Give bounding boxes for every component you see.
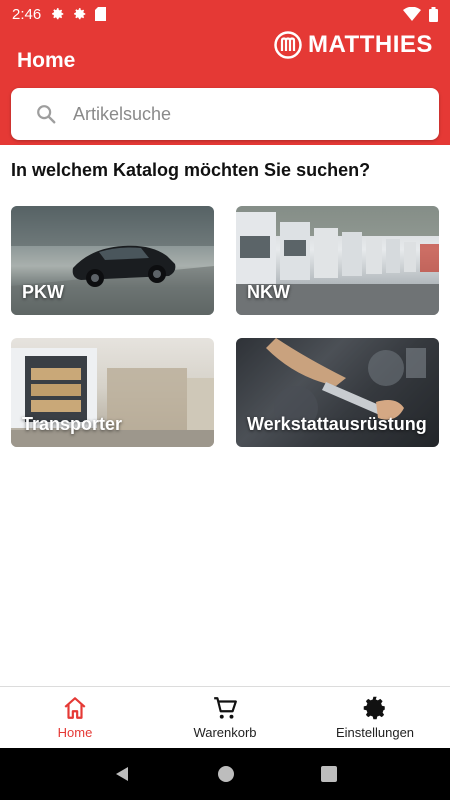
matthies-logo-icon <box>274 31 302 59</box>
status-icons-left <box>51 7 107 21</box>
search-bar[interactable] <box>11 88 439 140</box>
nav-item-einstellungen[interactable]: Einstellungen <box>300 687 450 748</box>
catalog-label: PKW <box>22 282 64 302</box>
catalog-card-nkw[interactable]: NKW <box>236 206 439 315</box>
catalog-card-pkw[interactable]: PKW <box>11 206 214 315</box>
brand-logo: MATTHIES <box>274 31 433 59</box>
page-title: Home <box>17 49 76 72</box>
brand-name: MATTHIES <box>308 31 433 58</box>
wifi-icon <box>403 7 421 21</box>
catalog-card-transporter[interactable]: Transporter <box>11 338 214 447</box>
battery-icon <box>429 6 438 22</box>
sd-card-icon <box>95 7 107 21</box>
search-input[interactable] <box>73 103 393 125</box>
catalog-label: NKW <box>247 282 290 302</box>
app-screen: 2:46 Home MATTHIES In we <box>0 0 450 800</box>
gear-icon <box>52 8 64 20</box>
status-time: 2:46 <box>12 5 42 23</box>
recents-icon[interactable] <box>321 766 337 782</box>
nav-item-home[interactable]: Home <box>0 687 150 748</box>
catalog-card-werkstatt[interactable]: Werkstattausrüstung <box>236 338 439 447</box>
gear-icon <box>74 8 86 20</box>
gear-icon <box>363 696 385 720</box>
app-bar: Home MATTHIES <box>0 28 450 145</box>
home-icon <box>64 697 86 719</box>
status-bar: 2:46 <box>0 0 450 28</box>
nav-item-warenkorb[interactable]: Warenkorb <box>150 687 300 748</box>
system-navigation-bar <box>0 748 450 800</box>
catalog-label: Werkstattausrüstung <box>247 414 427 434</box>
catalog-question: In welchem Katalog möchten Sie suchen? <box>11 160 371 180</box>
bottom-navigation: Home Warenkorb Einstellungen <box>0 686 450 748</box>
nav-label-home: Home <box>57 725 93 740</box>
back-icon[interactable] <box>113 765 131 783</box>
nav-label-warenkorb: Warenkorb <box>193 725 257 740</box>
home-circle-icon[interactable] <box>217 765 235 783</box>
catalog-label: Transporter <box>22 414 123 434</box>
status-icons-right <box>403 6 438 22</box>
cart-icon <box>214 697 237 719</box>
nav-label-einstellungen: Einstellungen <box>335 725 415 740</box>
search-icon <box>37 105 56 124</box>
